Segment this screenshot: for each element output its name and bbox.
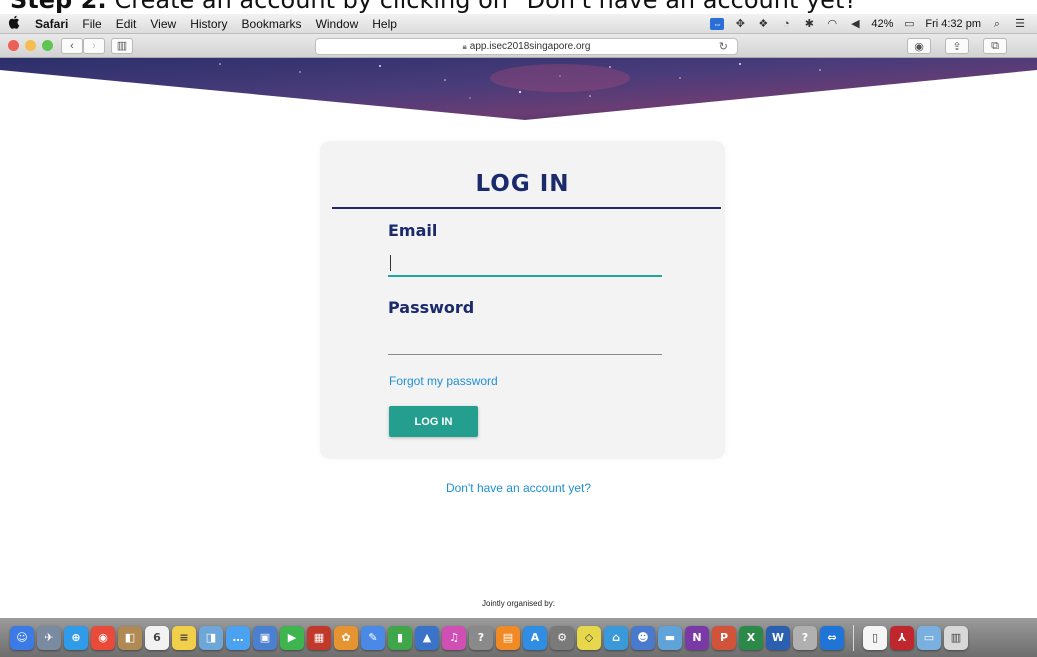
caption-text: Create an account by clicking on "Don't … [106, 0, 869, 14]
itunes-icon[interactable]: ♫ [442, 625, 466, 650]
facetime-icon[interactable]: ▶ [280, 625, 304, 650]
close-window-icon[interactable] [8, 40, 19, 51]
sketch-icon[interactable]: ◇ [577, 625, 601, 650]
launchpad-icon[interactable]: ✈ [37, 625, 61, 650]
notes-icon[interactable]: ≡ [172, 625, 196, 650]
menu-bookmarks[interactable]: Bookmarks [235, 17, 309, 31]
calendar-icon[interactable]: 6 [145, 625, 169, 650]
chrome-icon[interactable]: ◉ [91, 625, 115, 650]
document-icon[interactable]: ▯ [863, 625, 887, 650]
back-button[interactable]: ‹ [61, 37, 83, 54]
photos-app-icon[interactable]: ▣ [253, 625, 277, 650]
menu-history[interactable]: History [183, 17, 234, 31]
menu-help[interactable]: Help [365, 17, 404, 31]
numbers-icon[interactable]: ▮ [388, 625, 412, 650]
contacts-icon[interactable]: ◧ [118, 625, 142, 650]
messages-icon[interactable]: … [226, 625, 250, 650]
wifi-icon[interactable]: ◠ [825, 18, 839, 30]
url-text: app.isec2018singapore.org [469, 41, 591, 52]
password-field[interactable] [388, 329, 662, 355]
instruction-caption: Step 2: Create an account by clicking on… [0, 0, 1037, 14]
login-button[interactable]: LOG IN [389, 406, 478, 437]
password-label: Password [388, 298, 475, 317]
jointly-organised-text: Jointly organised by: [482, 599, 555, 608]
powerpoint-icon[interactable]: P [712, 625, 736, 650]
app-store-icon[interactable]: A [523, 625, 547, 650]
extension-status-icon[interactable]: ✥ [733, 18, 747, 30]
apple-menu-icon[interactable] [0, 15, 28, 32]
finder-icon[interactable]: ☺ [10, 625, 34, 650]
notification-center-icon[interactable]: ☰ [1013, 18, 1027, 30]
menu-bar: Safari File Edit View History Bookmarks … [0, 14, 1037, 34]
lock-icon: 🔒︎ [462, 41, 467, 51]
volume-icon[interactable]: ◀ [848, 18, 862, 30]
caption-step: Step 2: [10, 0, 107, 14]
menu-file[interactable]: File [75, 17, 108, 31]
web-page: LOG IN Email Password Forgot my password… [0, 58, 1037, 618]
trash-icon[interactable]: ▥ [944, 625, 968, 650]
header-banner [0, 58, 1037, 120]
finder-window-icon[interactable]: ▬ [658, 625, 682, 650]
toolbar-right: ◉ ⇪ ⧉ [903, 38, 1007, 54]
email-field[interactable] [388, 251, 662, 277]
downloads-button[interactable]: ◉ [907, 38, 931, 54]
text-cursor [390, 255, 391, 271]
sidebar-toggle-button[interactable]: ▥ [111, 37, 133, 54]
preview-icon[interactable]: ◨ [199, 625, 223, 650]
battery-icon[interactable]: ▭ [902, 18, 916, 30]
safari-icon[interactable]: ⊕ [64, 625, 88, 650]
menu-edit[interactable]: Edit [109, 17, 144, 31]
spotlight-search-icon[interactable]: ⌕ [990, 18, 1004, 30]
minimize-window-icon[interactable] [25, 40, 36, 51]
dock: ☺ ✈ ⊕ ◉ ◧ 6 ≡ ◨… ▣ ▶ ▦ ✿ ✎ ▮ ▲ ♫? ▤ A ⚙ ◇ ⌂ ☻ ▬ N P X W? ⇔ ▯ ⅄ ▭ ▥ [0, 618, 1037, 657]
bluetooth-icon[interactable]: ✱ [802, 18, 816, 30]
address-bar[interactable]: 🔒︎ app.isec2018singapore.org ↻ [315, 38, 738, 55]
time-machine-icon[interactable]: ◔ [779, 18, 793, 30]
pages-icon[interactable]: ✎ [361, 625, 385, 650]
login-title: LOG IN [475, 171, 570, 197]
zoom-window-icon[interactable] [42, 40, 53, 51]
menu-safari[interactable]: Safari [28, 17, 75, 31]
window-controls [0, 40, 53, 51]
signup-link[interactable]: Don't have an account yet? [0, 481, 1037, 495]
screenshot-icon[interactable]: ▭ [917, 625, 941, 650]
teamviewer-icon[interactable]: ⇔ [820, 625, 844, 650]
question-icon[interactable]: ? [793, 625, 817, 650]
teamviewer-status-icon[interactable]: ⇔ [710, 17, 725, 30]
acrobat-icon[interactable]: ⅄ [890, 625, 914, 650]
word-icon[interactable]: W [766, 625, 790, 650]
photos-icon[interactable]: ✿ [334, 625, 358, 650]
tabs-overview-button[interactable]: ⧉ [983, 38, 1007, 54]
login-card: LOG IN Email Password Forgot my password… [320, 141, 725, 459]
dropbox-status-icon[interactable]: ❖ [756, 18, 770, 30]
books-icon[interactable]: ▤ [496, 625, 520, 650]
email-label: Email [388, 221, 438, 240]
reload-icon[interactable]: ↻ [719, 40, 728, 53]
share-button[interactable]: ⇪ [945, 38, 969, 54]
system-preferences-icon[interactable]: ⚙ [550, 625, 574, 650]
keynote-icon[interactable]: ▲ [415, 625, 439, 650]
title-divider [332, 207, 721, 209]
onenote-icon[interactable]: N [685, 625, 709, 650]
photo-booth-icon[interactable]: ▦ [307, 625, 331, 650]
dock-separator [853, 624, 854, 651]
help-icon[interactable]: ? [469, 625, 493, 650]
excel-icon[interactable]: X [739, 625, 763, 650]
battery-percent: 42% [871, 17, 894, 30]
menu-window[interactable]: Window [309, 17, 366, 31]
forward-button[interactable]: › [83, 37, 105, 54]
menu-view[interactable]: View [143, 17, 183, 31]
network-icon[interactable]: ⌂ [604, 625, 628, 650]
menubar-clock[interactable]: Fri 4:32 pm [925, 18, 981, 30]
status-area: ⇔ ✥ ❖ ◔ ✱ ◠ ◀ 42% ▭ Fri 4:32 pm ⌕ ☰ [710, 17, 1037, 30]
people-icon[interactable]: ☻ [631, 625, 655, 650]
browser-toolbar: ‹ › ▥ 🔒︎ app.isec2018singapore.org ↻ ◉ ⇪… [0, 34, 1037, 58]
forgot-password-link[interactable]: Forgot my password [389, 374, 498, 388]
